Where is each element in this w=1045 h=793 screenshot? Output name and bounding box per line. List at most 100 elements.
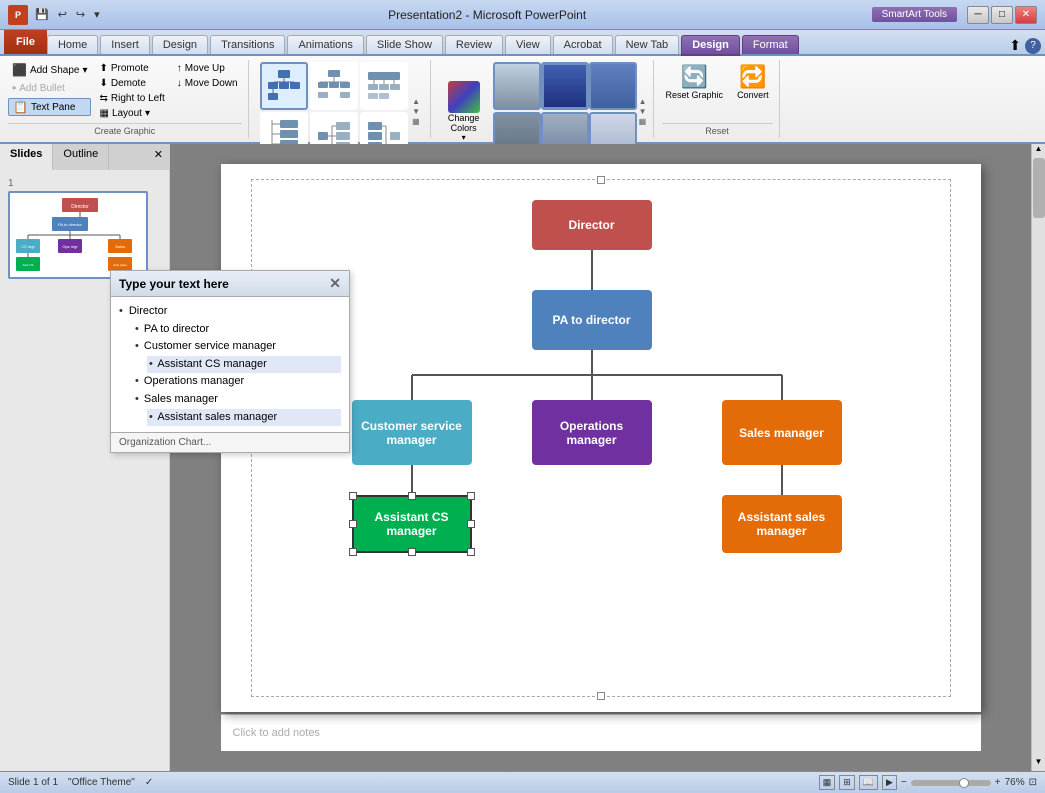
styles-scroll-up[interactable]: ▲ bbox=[639, 97, 647, 106]
tab-smartart-design[interactable]: Design bbox=[681, 35, 740, 56]
text-pane-footer[interactable]: Organization Chart... bbox=[111, 432, 349, 452]
styles-scroll-down[interactable]: ▼ bbox=[639, 107, 647, 116]
scroll-up-button[interactable]: ▲ bbox=[1032, 144, 1045, 158]
fit-window-btn[interactable]: ⊡ bbox=[1029, 777, 1037, 788]
item-text[interactable]: Assistant CS manager bbox=[157, 358, 266, 370]
minimize-button[interactable]: ─ bbox=[967, 6, 989, 24]
sel-handle-tm[interactable] bbox=[408, 492, 416, 500]
question-btn[interactable]: ? bbox=[1025, 38, 1041, 54]
canvas-area[interactable]: Director PA to director Customer service… bbox=[170, 144, 1031, 771]
sel-handle-mr[interactable] bbox=[467, 520, 475, 528]
sel-handle-ml[interactable] bbox=[349, 520, 357, 528]
text-pane-close-button[interactable]: ✕ bbox=[329, 275, 341, 292]
pa-director-node[interactable]: PA to director bbox=[532, 290, 652, 350]
layout-btn-3[interactable] bbox=[360, 62, 408, 110]
change-colors-container: Change Colors ▾ bbox=[439, 79, 489, 144]
item-text[interactable]: Operations manager bbox=[144, 375, 244, 387]
styles-scroll-more[interactable]: ▦ bbox=[639, 117, 647, 126]
scroll-more-arrow[interactable]: ▦ bbox=[412, 117, 420, 126]
styles-scroll[interactable]: ▲ ▼ ▦ bbox=[639, 97, 647, 126]
view-slide-sorter-btn[interactable]: ⊞ bbox=[839, 775, 855, 790]
cs-manager-node[interactable]: Customer service manager bbox=[352, 400, 472, 465]
scroll-down-arrow[interactable]: ▼ bbox=[412, 107, 420, 116]
director-node[interactable]: Director bbox=[532, 200, 652, 250]
tab-insert[interactable]: Insert bbox=[100, 35, 150, 54]
layout-btn-1[interactable] bbox=[260, 62, 308, 110]
layouts-scroll[interactable]: ▲ ▼ ▦ bbox=[412, 97, 420, 126]
slides-tab[interactable]: Slides bbox=[0, 144, 53, 170]
redo-qat-btn[interactable]: ↪ bbox=[73, 7, 88, 22]
notes-area[interactable]: Click to add notes bbox=[221, 714, 981, 751]
demote-button[interactable]: ⬇ Demote bbox=[95, 77, 168, 90]
zoom-slider[interactable] bbox=[911, 780, 991, 786]
item-text[interactable]: Assistant sales manager bbox=[157, 411, 277, 423]
resize-handle-bottom[interactable] bbox=[597, 692, 605, 700]
ops-manager-node[interactable]: Operations manager bbox=[532, 400, 652, 465]
promote-button[interactable]: ⬆ Promote bbox=[95, 62, 168, 75]
sel-handle-bm[interactable] bbox=[408, 548, 416, 556]
bullet-icon: • bbox=[135, 323, 139, 335]
tab-view[interactable]: View bbox=[505, 35, 551, 54]
add-bullet-button[interactable]: • Add Bullet bbox=[8, 80, 91, 96]
customize-qat-btn[interactable]: ▾ bbox=[91, 7, 103, 22]
reset-graphic-button[interactable]: 🔄 Reset Graphic bbox=[662, 62, 728, 102]
tab-review[interactable]: Review bbox=[445, 35, 503, 54]
create-group-move: ↑ Move Up ↓ Move Down bbox=[173, 62, 242, 120]
tab-transitions[interactable]: Transitions bbox=[210, 35, 285, 54]
tab-animations[interactable]: Animations bbox=[287, 35, 363, 54]
tab-file[interactable]: File bbox=[4, 30, 47, 54]
item-text[interactable]: Sales manager bbox=[144, 393, 218, 405]
tab-slideshow[interactable]: Slide Show bbox=[366, 35, 443, 54]
convert-button[interactable]: 🔁 Convert bbox=[733, 62, 773, 102]
item-text[interactable]: Director bbox=[129, 303, 168, 321]
zoom-thumb[interactable] bbox=[959, 778, 969, 788]
outline-tab[interactable]: Outline bbox=[53, 144, 109, 170]
item-text[interactable]: Customer service manager bbox=[144, 340, 276, 352]
sel-handle-br[interactable] bbox=[467, 548, 475, 556]
change-colors-button[interactable]: Change Colors ▾ bbox=[439, 79, 489, 144]
sales-manager-node[interactable]: Sales manager bbox=[722, 400, 842, 465]
restore-button[interactable]: □ bbox=[991, 6, 1013, 24]
style-btn-2[interactable] bbox=[541, 62, 589, 110]
style-btn-3[interactable] bbox=[589, 62, 637, 110]
scroll-up-arrow[interactable]: ▲ bbox=[412, 97, 420, 106]
sel-handle-tl[interactable] bbox=[349, 492, 357, 500]
spelling-check-icon[interactable]: ✓ bbox=[145, 777, 153, 788]
view-reading-btn[interactable]: 📖 bbox=[859, 775, 878, 790]
move-up-button[interactable]: ↑ Move Up bbox=[173, 62, 242, 75]
close-button[interactable]: ✕ bbox=[1015, 6, 1037, 24]
text-pane-button[interactable]: 📋 Text Pane bbox=[8, 98, 91, 116]
list-item-selected[interactable]: • Assistant CS manager bbox=[147, 356, 341, 374]
right-to-left-button[interactable]: ⇆ Right to Left bbox=[95, 92, 168, 105]
resize-handle-top[interactable] bbox=[597, 176, 605, 184]
item-text[interactable]: PA to director bbox=[144, 323, 209, 335]
zoom-out-btn[interactable]: − bbox=[901, 777, 907, 788]
slide-thumbnail[interactable]: Director PA to director CS mgr Ops mgr S… bbox=[8, 191, 148, 279]
add-shape-button[interactable]: ⬛ Add Shape ▾ bbox=[8, 62, 91, 78]
scrollbar-vertical[interactable]: ▲ ▼ bbox=[1031, 144, 1045, 771]
save-qat-btn[interactable]: 💾 bbox=[32, 7, 52, 22]
tab-newtab[interactable]: New Tab bbox=[615, 35, 680, 54]
sel-handle-bl[interactable] bbox=[349, 548, 357, 556]
undo-qat-btn[interactable]: ↩ bbox=[55, 7, 70, 22]
asst-cs-manager-node[interactable]: Assistant CS manager bbox=[352, 495, 472, 553]
tab-home[interactable]: Home bbox=[47, 35, 98, 54]
tab-design[interactable]: Design bbox=[152, 35, 208, 54]
scrollbar-thumb[interactable] bbox=[1033, 158, 1045, 218]
tab-acrobat[interactable]: Acrobat bbox=[553, 35, 613, 54]
layout-button[interactable]: ▦ Layout ▾ bbox=[95, 107, 168, 120]
scrollbar-track[interactable] bbox=[1032, 158, 1045, 757]
help-btn[interactable]: ⬆ bbox=[1009, 37, 1021, 54]
style-btn-1[interactable] bbox=[493, 62, 541, 110]
quick-access-toolbar: 💾 ↩ ↪ ▾ bbox=[32, 7, 103, 22]
zoom-in-btn[interactable]: + bbox=[995, 777, 1001, 788]
view-normal-btn[interactable]: ▦ bbox=[819, 775, 836, 790]
tab-smartart-format[interactable]: Format bbox=[742, 35, 799, 54]
view-slideshow-btn[interactable]: ▶ bbox=[882, 775, 897, 790]
move-down-button[interactable]: ↓ Move Down bbox=[173, 77, 242, 90]
panel-close-button[interactable]: ✕ bbox=[148, 144, 169, 170]
scroll-down-button[interactable]: ▼ bbox=[1032, 757, 1045, 771]
layout-btn-2[interactable] bbox=[310, 62, 358, 110]
asst-sales-manager-node[interactable]: Assistant sales manager bbox=[722, 495, 842, 553]
sel-handle-tr[interactable] bbox=[467, 492, 475, 500]
